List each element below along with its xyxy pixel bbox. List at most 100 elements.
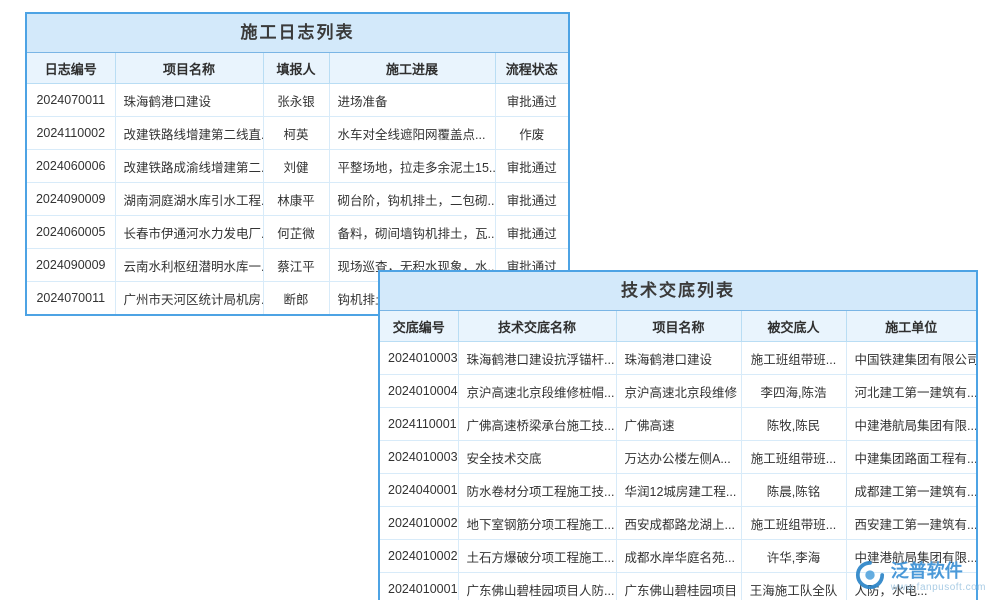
construction-unit: 中建集团路面工程有... <box>846 441 976 474</box>
project-name-link[interactable]: 珠海鹤港口建设 <box>115 84 263 117</box>
project-name-link[interactable]: 长春市伊通河水力发电厂... <box>115 216 263 249</box>
disclosed-person: 李四海,陈浩 <box>741 375 846 408</box>
log-id-link[interactable]: 2024090009 <box>27 183 115 216</box>
column-header: 施工进展 <box>329 53 495 84</box>
disclosed-person: 施工班组带班... <box>741 342 846 375</box>
progress-text: 进场准备 <box>329 84 495 117</box>
disclosure-name-link[interactable]: 广佛高速桥梁承台施工技... <box>458 408 616 441</box>
project-name-link[interactable]: 云南水利枢纽潜明水库一... <box>115 249 263 282</box>
disclosure-id-link[interactable]: 2024040001 <box>380 474 458 507</box>
log-table-row[interactable]: 2024090009 湖南洞庭湖水库引水工程... 林康平 砌台阶，钩机排土，二… <box>27 183 568 216</box>
project-name-link[interactable]: 珠海鹤港口建设 <box>616 342 741 375</box>
log-table-row[interactable]: 2024070011 珠海鹤港口建设 张永银 进场准备 审批通过 <box>27 84 568 117</box>
log-table-row[interactable]: 2024110002 改建铁路线增建第二线直... 柯英 水车对全线遮阳网覆盖点… <box>27 117 568 150</box>
construction-unit: 成都建工第一建筑有... <box>846 474 976 507</box>
technical-disclosure-table: 交底编号技术交底名称项目名称被交底人施工单位 2024010003 珠海鹤港口建… <box>380 311 976 600</box>
project-name-link[interactable]: 广东佛山碧桂园项目 <box>616 573 741 600</box>
disclosed-person: 施工班组带班... <box>741 441 846 474</box>
log-id-link[interactable]: 2024070011 <box>27 282 115 315</box>
column-header: 施工单位 <box>846 311 976 342</box>
log-table-header-row: 日志编号项目名称填报人施工进展流程状态 <box>27 53 568 84</box>
progress-text: 平整场地，拉走多余泥土15... <box>329 150 495 183</box>
disclosed-person: 施工班组带班... <box>741 507 846 540</box>
disclosed-person: 许华,李海 <box>741 540 846 573</box>
progress-text: 水车对全线遮阳网覆盖点... <box>329 117 495 150</box>
disclosure-id-link[interactable]: 2024010003 <box>380 342 458 375</box>
status-badge: 作废 <box>495 117 568 150</box>
watermark-text: 泛普软件 www.fanpusoft.com <box>891 561 986 593</box>
project-name-link[interactable]: 京沪高速北京段维修 <box>616 375 741 408</box>
log-id-link[interactable]: 2024060005 <box>27 216 115 249</box>
brand-url: www.fanpusoft.com <box>891 582 986 594</box>
reporter-name: 张永银 <box>263 84 329 117</box>
project-name-link[interactable]: 湖南洞庭湖水库引水工程... <box>115 183 263 216</box>
fanpu-watermark: 泛普软件 www.fanpusoft.com <box>855 560 986 595</box>
disclosure-name-link[interactable]: 地下室钢筋分项工程施工... <box>458 507 616 540</box>
disclosure-name-link[interactable]: 安全技术交底 <box>458 441 616 474</box>
log-id-link[interactable]: 2024060006 <box>27 150 115 183</box>
reporter-name: 蔡江平 <box>263 249 329 282</box>
disclosure-id-link[interactable]: 2024010004 <box>380 375 458 408</box>
disclosure-table-row[interactable]: 2024040001 防水卷材分项工程施工技... 华润12城房建工程... 陈… <box>380 474 976 507</box>
disclosure-name-link[interactable]: 土石方爆破分项工程施工... <box>458 540 616 573</box>
disclosure-id-link[interactable]: 2024010001 <box>380 573 458 600</box>
log-id-link[interactable]: 2024070011 <box>27 84 115 117</box>
desktop: 施工日志列表 日志编号项目名称填报人施工进展流程状态 2024070011 珠海… <box>0 0 1000 600</box>
fanpu-logo-icon <box>855 560 885 595</box>
progress-text: 备料，砌间墙钩机排土，瓦... <box>329 216 495 249</box>
column-header: 被交底人 <box>741 311 846 342</box>
disclosure-name-link[interactable]: 京沪高速北京段维修桩帽... <box>458 375 616 408</box>
disclosure-panel-title: 技术交底列表 <box>380 272 976 311</box>
column-header: 日志编号 <box>27 53 115 84</box>
project-name-link[interactable]: 成都水岸华庭名苑... <box>616 540 741 573</box>
project-name-link[interactable]: 华润12城房建工程... <box>616 474 741 507</box>
column-header: 流程状态 <box>495 53 568 84</box>
status-badge: 审批通过 <box>495 150 568 183</box>
disclosure-table-row[interactable]: 2024010003 珠海鹤港口建设抗浮锚杆... 珠海鹤港口建设 施工班组带班… <box>380 342 976 375</box>
disclosure-table-row[interactable]: 2024110001 广佛高速桥梁承台施工技... 广佛高速 陈牧,陈民 中建港… <box>380 408 976 441</box>
disclosure-name-link[interactable]: 广东佛山碧桂园项目人防... <box>458 573 616 600</box>
status-badge: 审批通过 <box>495 216 568 249</box>
reporter-name: 何芷微 <box>263 216 329 249</box>
column-header: 交底编号 <box>380 311 458 342</box>
disclosure-id-link[interactable]: 2024010002 <box>380 507 458 540</box>
column-header: 技术交底名称 <box>458 311 616 342</box>
progress-text: 砌台阶，钩机排土，二包砌... <box>329 183 495 216</box>
brand-name: 泛普软件 <box>891 561 986 582</box>
disclosure-table-row[interactable]: 2024010004 京沪高速北京段维修桩帽... 京沪高速北京段维修 李四海,… <box>380 375 976 408</box>
disclosed-person: 王海施工队全队 <box>741 573 846 600</box>
log-table-row[interactable]: 2024060006 改建铁路成渝线增建第二... 刘健 平整场地，拉走多余泥土… <box>27 150 568 183</box>
disclosure-id-link[interactable]: 2024010002 <box>380 540 458 573</box>
disclosure-name-link[interactable]: 防水卷材分项工程施工技... <box>458 474 616 507</box>
disclosure-table-row[interactable]: 2024010003 安全技术交底 万达办公楼左侧A... 施工班组带班... … <box>380 441 976 474</box>
column-header: 项目名称 <box>616 311 741 342</box>
reporter-name: 林康平 <box>263 183 329 216</box>
project-name-link[interactable]: 万达办公楼左侧A... <box>616 441 741 474</box>
column-header: 项目名称 <box>115 53 263 84</box>
log-id-link[interactable]: 2024090009 <box>27 249 115 282</box>
reporter-name: 断郎 <box>263 282 329 315</box>
log-panel-title: 施工日志列表 <box>27 14 568 53</box>
construction-unit: 河北建工第一建筑有... <box>846 375 976 408</box>
status-badge: 审批通过 <box>495 183 568 216</box>
log-id-link[interactable]: 2024110002 <box>27 117 115 150</box>
disclosure-id-link[interactable]: 2024010003 <box>380 441 458 474</box>
project-name-link[interactable]: 西安成都路龙湖上... <box>616 507 741 540</box>
construction-unit: 西安建工第一建筑有... <box>846 507 976 540</box>
reporter-name: 柯英 <box>263 117 329 150</box>
reporter-name: 刘健 <box>263 150 329 183</box>
disclosure-id-link[interactable]: 2024110001 <box>380 408 458 441</box>
disclosure-table-row[interactable]: 2024010002 地下室钢筋分项工程施工... 西安成都路龙湖上... 施工… <box>380 507 976 540</box>
log-table-row[interactable]: 2024060005 长春市伊通河水力发电厂... 何芷微 备料，砌间墙钩机排土… <box>27 216 568 249</box>
disclosure-name-link[interactable]: 珠海鹤港口建设抗浮锚杆... <box>458 342 616 375</box>
project-name-link[interactable]: 广州市天河区统计局机房... <box>115 282 263 315</box>
disclosed-person: 陈牧,陈民 <box>741 408 846 441</box>
project-name-link[interactable]: 改建铁路线增建第二线直... <box>115 117 263 150</box>
status-badge: 审批通过 <box>495 84 568 117</box>
project-name-link[interactable]: 改建铁路成渝线增建第二... <box>115 150 263 183</box>
construction-unit: 中建港航局集团有限... <box>846 408 976 441</box>
disclosure-table-header-row: 交底编号技术交底名称项目名称被交底人施工单位 <box>380 311 976 342</box>
construction-unit: 中国铁建集团有限公司 <box>846 342 976 375</box>
disclosed-person: 陈晨,陈铭 <box>741 474 846 507</box>
project-name-link[interactable]: 广佛高速 <box>616 408 741 441</box>
